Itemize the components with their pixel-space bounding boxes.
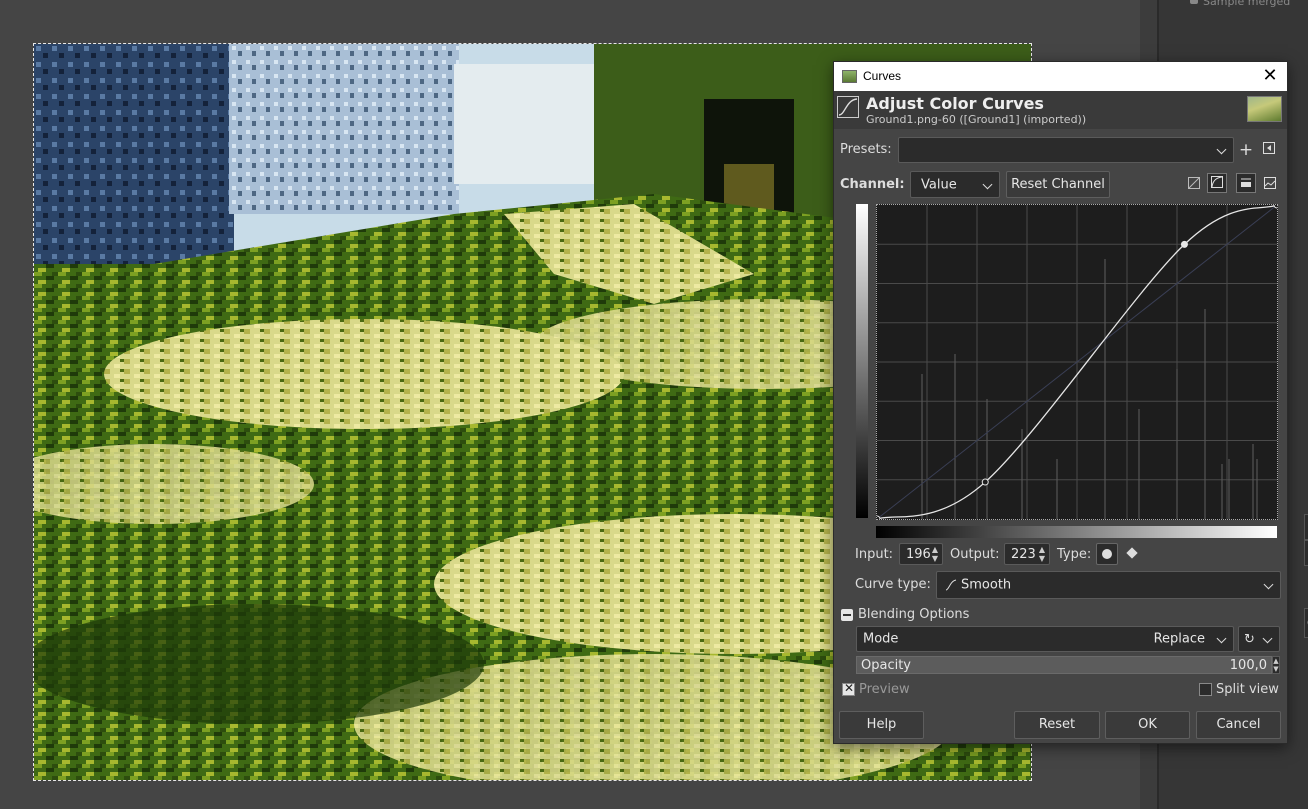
smooth-point-type-button[interactable]	[1096, 543, 1118, 565]
corner-point-type-button[interactable]	[1122, 543, 1144, 565]
split-view-label: Split view	[1216, 682, 1279, 697]
check-icon: ✕	[844, 681, 855, 695]
dialog-titlebar[interactable]: Curves ✕	[834, 62, 1287, 91]
chevron-down-icon	[1263, 579, 1274, 590]
spin-up-icon[interactable]: ▲	[1038, 546, 1046, 554]
dialog-header: Adjust Color Curves Ground1.png-60 ([Gro…	[834, 91, 1287, 129]
preview-label: Preview	[859, 682, 910, 697]
input-spinner[interactable]: 196 ▲ ▼	[899, 543, 943, 565]
image-view-icon[interactable]	[1260, 175, 1280, 195]
split-view-checkbox[interactable]	[1199, 683, 1212, 696]
header-subtitle: Ground1.png-60 ([Ground1] (imported))	[866, 113, 1087, 126]
opacity-label: Opacity	[861, 658, 912, 673]
circle-icon	[1102, 549, 1112, 559]
channel-label: Channel:	[840, 177, 905, 192]
channel-combo[interactable]: Value	[910, 171, 1000, 198]
curve-type-value: Smooth	[961, 577, 1012, 593]
image-thumbnail	[1247, 96, 1282, 122]
dock-peek-field-2[interactable]: ounc	[1304, 608, 1308, 638]
mode-value: Replace	[1153, 631, 1205, 647]
refresh-icon: ↻	[1244, 632, 1255, 647]
curve-control-point	[981, 478, 989, 486]
preview-checkbox[interactable]: ✕	[842, 681, 855, 696]
curves-dialog: Curves ✕ Adjust Color Curves Ground1.png…	[833, 61, 1288, 744]
preset-menu-icon[interactable]	[1259, 140, 1279, 160]
presets-label: Presets:	[840, 142, 892, 157]
mode-label: Mode	[863, 631, 899, 647]
opacity-value: 100,0	[1229, 658, 1267, 673]
log-histogram-icon[interactable]	[1207, 173, 1227, 193]
sample-merged-label: Sample merged	[1203, 0, 1291, 8]
dialog-title: Curves	[863, 69, 902, 83]
reset-button[interactable]: Reset	[1014, 711, 1100, 739]
curve-svg	[873, 201, 1281, 523]
linear-histogram-icon[interactable]	[1184, 175, 1204, 195]
collapse-icon[interactable]	[841, 609, 853, 621]
curves-icon	[837, 96, 859, 118]
curve-type-combo[interactable]: Smooth	[936, 571, 1281, 599]
mode-combo[interactable]: Mode Replace	[856, 626, 1234, 652]
input-label: Input:	[855, 547, 894, 562]
curve-type-label: Curve type:	[855, 577, 931, 592]
help-button[interactable]: Help	[839, 711, 924, 739]
type-label: Type:	[1057, 547, 1092, 562]
curve-graph[interactable]	[873, 201, 1281, 523]
close-icon[interactable]: ✕	[1259, 65, 1281, 87]
blending-options-label: Blending Options	[858, 607, 970, 622]
chevron-down-icon	[1216, 633, 1227, 644]
histogram-view-icon[interactable]	[1236, 173, 1256, 193]
header-title: Adjust Color Curves	[866, 94, 1044, 113]
reset-channel-button[interactable]: Reset Channel	[1006, 171, 1110, 198]
cancel-button[interactable]: Cancel	[1196, 711, 1281, 739]
spin-down-icon[interactable]: ▼	[931, 555, 939, 563]
composite-mode-combo[interactable]: ↻	[1238, 626, 1280, 652]
output-label: Output:	[950, 547, 1000, 562]
output-gradient	[856, 204, 868, 518]
curves-app-icon	[842, 70, 857, 83]
curve-editor	[856, 201, 1281, 542]
ok-button[interactable]: OK	[1105, 711, 1190, 739]
add-preset-icon[interactable]: +	[1236, 140, 1256, 160]
chevron-down-icon	[1216, 144, 1227, 155]
opacity-slider[interactable]: Opacity 100,0	[856, 656, 1272, 674]
input-gradient	[876, 526, 1277, 538]
output-spinner[interactable]: 223 ▲ ▼	[1004, 543, 1050, 565]
dock-peek-button[interactable]: L	[1304, 514, 1308, 540]
spin-down-icon[interactable]: ▼	[1038, 555, 1046, 563]
chevron-down-icon	[982, 178, 993, 189]
chevron-down-icon	[1262, 633, 1273, 644]
sample-merged-icon	[1190, 0, 1198, 4]
curve-control-point	[1180, 240, 1188, 248]
opacity-spin-arrows[interactable]: ▲ ▼	[1272, 656, 1280, 674]
channel-value: Value	[921, 177, 957, 192]
presets-combo[interactable]	[898, 137, 1234, 163]
input-value: 196	[906, 547, 931, 562]
spin-up-icon[interactable]: ▲	[931, 546, 939, 554]
diamond-icon	[1126, 547, 1138, 559]
output-value: 223	[1011, 547, 1036, 562]
dock-peek-field[interactable]	[1304, 540, 1308, 566]
smooth-curve-icon	[945, 579, 957, 595]
